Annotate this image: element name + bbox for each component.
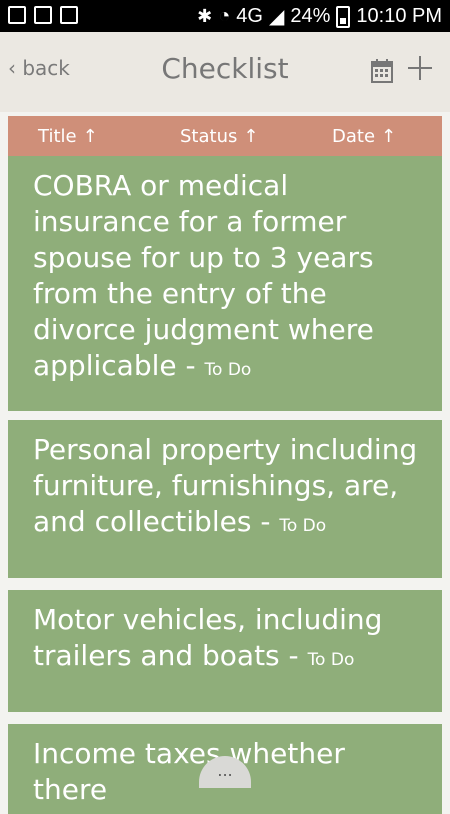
clock: 10:10 PM (356, 5, 442, 27)
sort-status-label: Status (180, 125, 238, 147)
item-title: Personal property including furniture, f… (33, 433, 418, 538)
sort-by-status[interactable]: Status ↑ (180, 126, 258, 147)
network-type: 4G (236, 5, 263, 27)
sort-bar: Title ↑ Status ↑ Date ↑ (8, 116, 442, 156)
sync-icon (34, 6, 52, 24)
list-item[interactable]: Personal property including furniture, f… (8, 420, 442, 578)
battery-icon (336, 5, 351, 28)
notification-icons (8, 6, 78, 24)
sort-by-date[interactable]: Date ↑ (332, 126, 396, 147)
bluetooth-icon: ✱ (197, 6, 213, 27)
calendar-icon[interactable] (370, 58, 394, 84)
sort-date-label: Date (332, 125, 376, 147)
signal-icon: ◢ (268, 6, 285, 28)
item-status: To Do (204, 360, 252, 380)
sort-arrow-icon: ↑ (243, 125, 259, 147)
list-item[interactable]: Motor vehicles, including trailers and b… (8, 590, 442, 712)
system-icons: ✱ ◔ 4G ◢ 24% 10:10 PM (197, 4, 442, 29)
image-icon (8, 6, 26, 24)
sort-by-title[interactable]: Title ↑ (38, 126, 98, 147)
sort-arrow-icon: ↑ (82, 125, 98, 147)
lock-icon (60, 6, 78, 24)
item-status: To Do (307, 650, 355, 670)
add-icon[interactable] (406, 54, 434, 82)
list-item[interactable]: COBRA or medical insurance for a former … (8, 156, 442, 411)
sort-title-label: Title (38, 125, 77, 147)
status-bar: ✱ ◔ 4G ◢ 24% 10:10 PM (0, 0, 450, 32)
item-title: Income taxes whether there (33, 737, 345, 806)
wifi-icon: ◔ (218, 5, 231, 27)
item-status: To Do (279, 516, 327, 536)
battery-percent: 24% (290, 5, 331, 27)
sort-arrow-icon: ↑ (381, 125, 397, 147)
app-header: ‹ back Checklist (0, 32, 450, 112)
